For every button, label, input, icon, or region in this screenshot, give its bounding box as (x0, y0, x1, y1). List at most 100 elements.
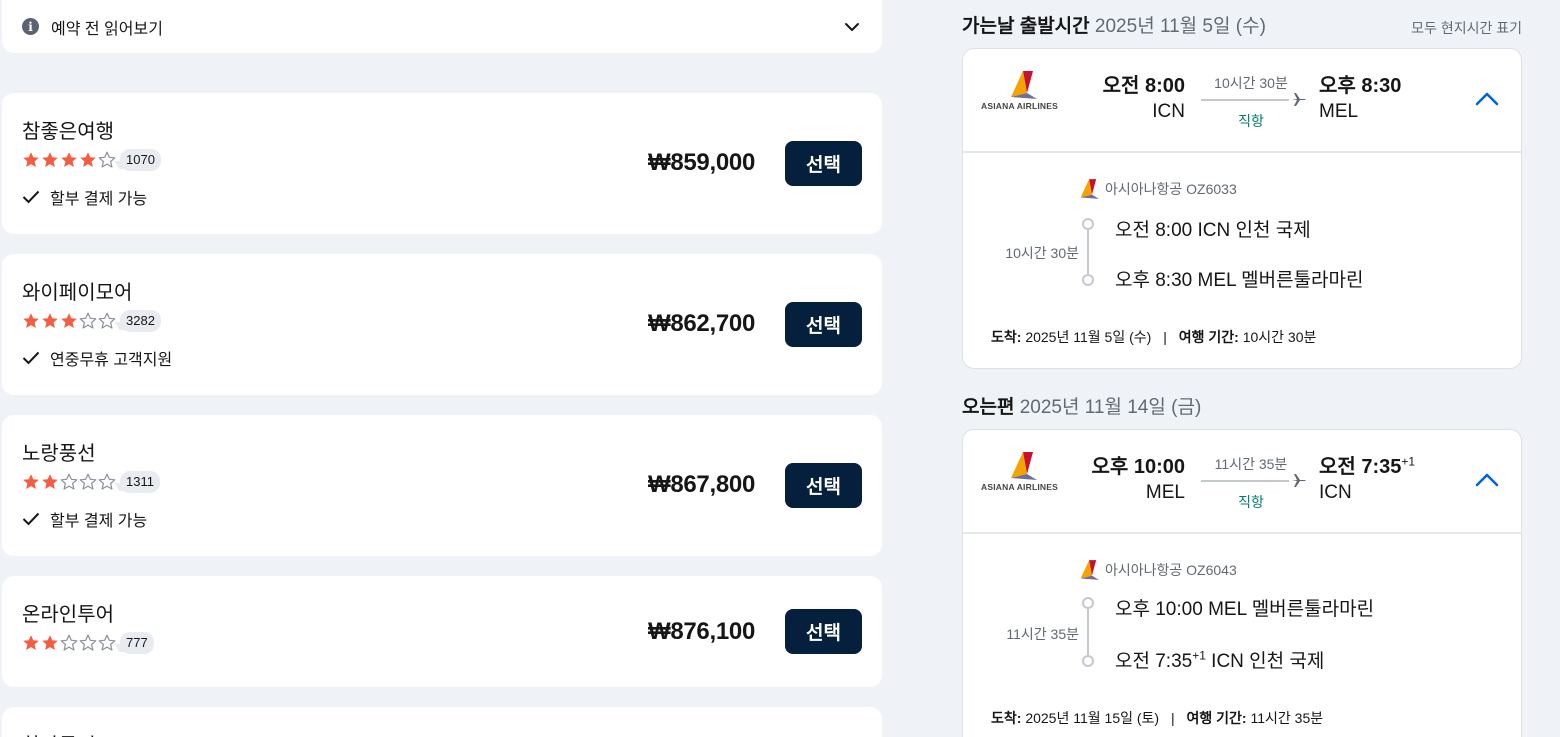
star-rating (22, 151, 116, 169)
separator: | (1170, 710, 1175, 726)
star-rating (22, 312, 116, 330)
asiana-logo-small (1080, 179, 1099, 199)
logo-text: ASIANA AIRLINES (981, 482, 1058, 492)
star-icon (23, 474, 39, 489)
star-icon (23, 152, 39, 167)
chevron-down-icon[interactable] (842, 17, 862, 37)
agency-name: 참좋은여행 (22, 121, 114, 143)
segment-duration: 11시간 35분 (1006, 626, 1079, 642)
trip-duration-label: 여행 기간: (1186, 710, 1247, 726)
next-day-marker: +1 (1401, 454, 1416, 469)
next-day-marker: +1 (1192, 648, 1206, 663)
select-button[interactable]: 선택 (785, 141, 862, 186)
arrival-time-value: 오전 7:35 (1319, 456, 1402, 478)
agency-name: 온라인투어 (22, 604, 114, 626)
outbound-title-date: 2025년 11월 5일 (수) (1094, 16, 1266, 37)
inbound-title: 오는편 2025년 11월 14일 (금) (962, 392, 1201, 419)
departure-stop: 오후 10:00 MEL 멜버른툴라마린 (1115, 599, 1375, 620)
star-icon (60, 634, 78, 651)
flight-summary[interactable]: ASIANA AIRLINES 오전 8:00 ICN 10시간 30분 직항 … (963, 49, 1521, 153)
direct-label: 직항 (1238, 494, 1264, 510)
flight-duration: 10시간 30분 (1214, 75, 1288, 91)
star-icon (42, 474, 58, 489)
arrival-time: 오후 8:30 (1319, 75, 1402, 97)
trip-duration-label: 여행 기간: (1178, 329, 1239, 345)
timeline-dot (1082, 597, 1094, 609)
departure-time: 오전 8:00 (1102, 75, 1185, 97)
price: ₩867,800 (647, 471, 755, 498)
chevron-up-icon[interactable] (1475, 472, 1499, 488)
arrival-airport: ICN (1319, 482, 1352, 503)
star-icon (42, 635, 58, 650)
departure-airport: ICN (1152, 101, 1185, 122)
segment-airline: 아시아나항공 OZ6043 (1105, 562, 1237, 578)
local-time-note: 모두 현지시간 표기 (1411, 20, 1522, 36)
select-button[interactable]: 선택 (785, 463, 862, 508)
route-line (1201, 99, 1289, 101)
timeline-dot (1082, 655, 1094, 667)
agency-card: 참좋은여행 1070 할부 결제 가능 ₩859,000 선택 (2, 93, 882, 234)
arrival-date: 2025년 11월 15일 (토) (1025, 710, 1160, 726)
review-count: 777 (120, 632, 154, 654)
agency-card: 노랑풍선 1311 할부 결제 가능 ₩867,800 선택 (2, 415, 882, 556)
star-icon (60, 473, 78, 490)
arrival-time: 오전 7:35+1 (1319, 450, 1415, 479)
notice-label: 예약 전 읽어보기 (51, 20, 163, 38)
timeline-dot (1082, 218, 1094, 230)
agency-name: 와이페이모어 (22, 282, 133, 304)
agency-card: 온라인투어 777 ₩876,100 선택 (2, 576, 882, 687)
departure-airport: MEL (1145, 482, 1185, 503)
agency-feature: 할부 결제 가능 (22, 507, 147, 531)
arrival-date: 2025년 11월 5일 (수) (1025, 329, 1152, 345)
flight-summary[interactable]: ASIANA AIRLINES 오후 10:00 MEL 11시간 35분 직항… (963, 430, 1521, 534)
asiana-logo-small (1080, 560, 1099, 580)
review-count: 1311 (120, 471, 160, 493)
outbound-flight-card: ASIANA AIRLINES 오전 8:00 ICN 10시간 30분 직항 … (962, 48, 1522, 369)
timeline-line (1087, 609, 1089, 655)
arrival-info: 도착: 2025년 11월 5일 (수) | 여행 기간: 10시간 30분 (991, 327, 1316, 347)
info-icon: i (22, 18, 39, 35)
trip-duration: 11시간 35분 (1250, 710, 1324, 726)
arrival-stop-time: 오전 7:35 (1115, 651, 1193, 672)
star-icon (98, 634, 116, 651)
flight-duration: 11시간 35분 (1214, 456, 1288, 472)
inbound-title-label: 오는편 (962, 397, 1015, 418)
chevron-up-icon[interactable] (1475, 91, 1499, 107)
star-icon (98, 312, 116, 329)
outbound-title-label: 가는날 출발시간 (962, 16, 1090, 37)
timeline-dot (1082, 274, 1094, 286)
arrival-stop: 오전 7:35+1 ICN 인천 국제 (1115, 646, 1324, 673)
inbound-flight-card: ASIANA AIRLINES 오후 10:00 MEL 11시간 35분 직항… (962, 429, 1522, 737)
checkmark-icon (22, 512, 40, 526)
star-icon (61, 152, 77, 167)
star-icon (42, 313, 58, 328)
direct-label: 직항 (1238, 113, 1264, 129)
agency-name: 하나투어 (22, 729, 96, 737)
star-icon (23, 313, 39, 328)
star-icon (98, 151, 116, 168)
star-icon (80, 152, 96, 167)
notice-bar[interactable]: i 예약 전 읽어보기 (2, 0, 882, 53)
star-rating (22, 634, 116, 652)
inbound-title-date: 2025년 11월 14일 (금) (1019, 397, 1202, 418)
segment-duration: 10시간 30분 (1005, 245, 1079, 261)
select-button[interactable]: 선택 (785, 302, 862, 347)
rating: 1311 (22, 471, 160, 493)
arrival-info: 도착: 2025년 11월 15일 (토) | 여행 기간: 11시간 35분 (991, 708, 1323, 728)
agency-feature: 할부 결제 가능 (22, 185, 147, 209)
star-rating (22, 473, 116, 491)
flight-detail: 아시아나항공 OZ6033 10시간 30분 오전 8:00 ICN 인천 국제… (963, 153, 1521, 368)
trip-duration: 10시간 30분 (1242, 329, 1317, 345)
feature-label: 할부 결제 가능 (50, 191, 148, 208)
price: ₩862,700 (647, 310, 755, 337)
select-button[interactable]: 선택 (785, 609, 862, 654)
asiana-logo: ASIANA AIRLINES (981, 71, 1061, 115)
star-icon (61, 313, 77, 328)
rating: 777 (22, 632, 154, 654)
star-icon (42, 152, 58, 167)
star-icon (79, 634, 97, 651)
review-count: 1070 (120, 149, 161, 171)
feature-label: 할부 결제 가능 (50, 513, 148, 530)
outbound-title: 가는날 출발시간 2025년 11월 5일 (수) (962, 11, 1266, 38)
flight-detail: 아시아나항공 OZ6043 11시간 35분 오후 10:00 MEL 멜버른툴… (963, 534, 1521, 737)
